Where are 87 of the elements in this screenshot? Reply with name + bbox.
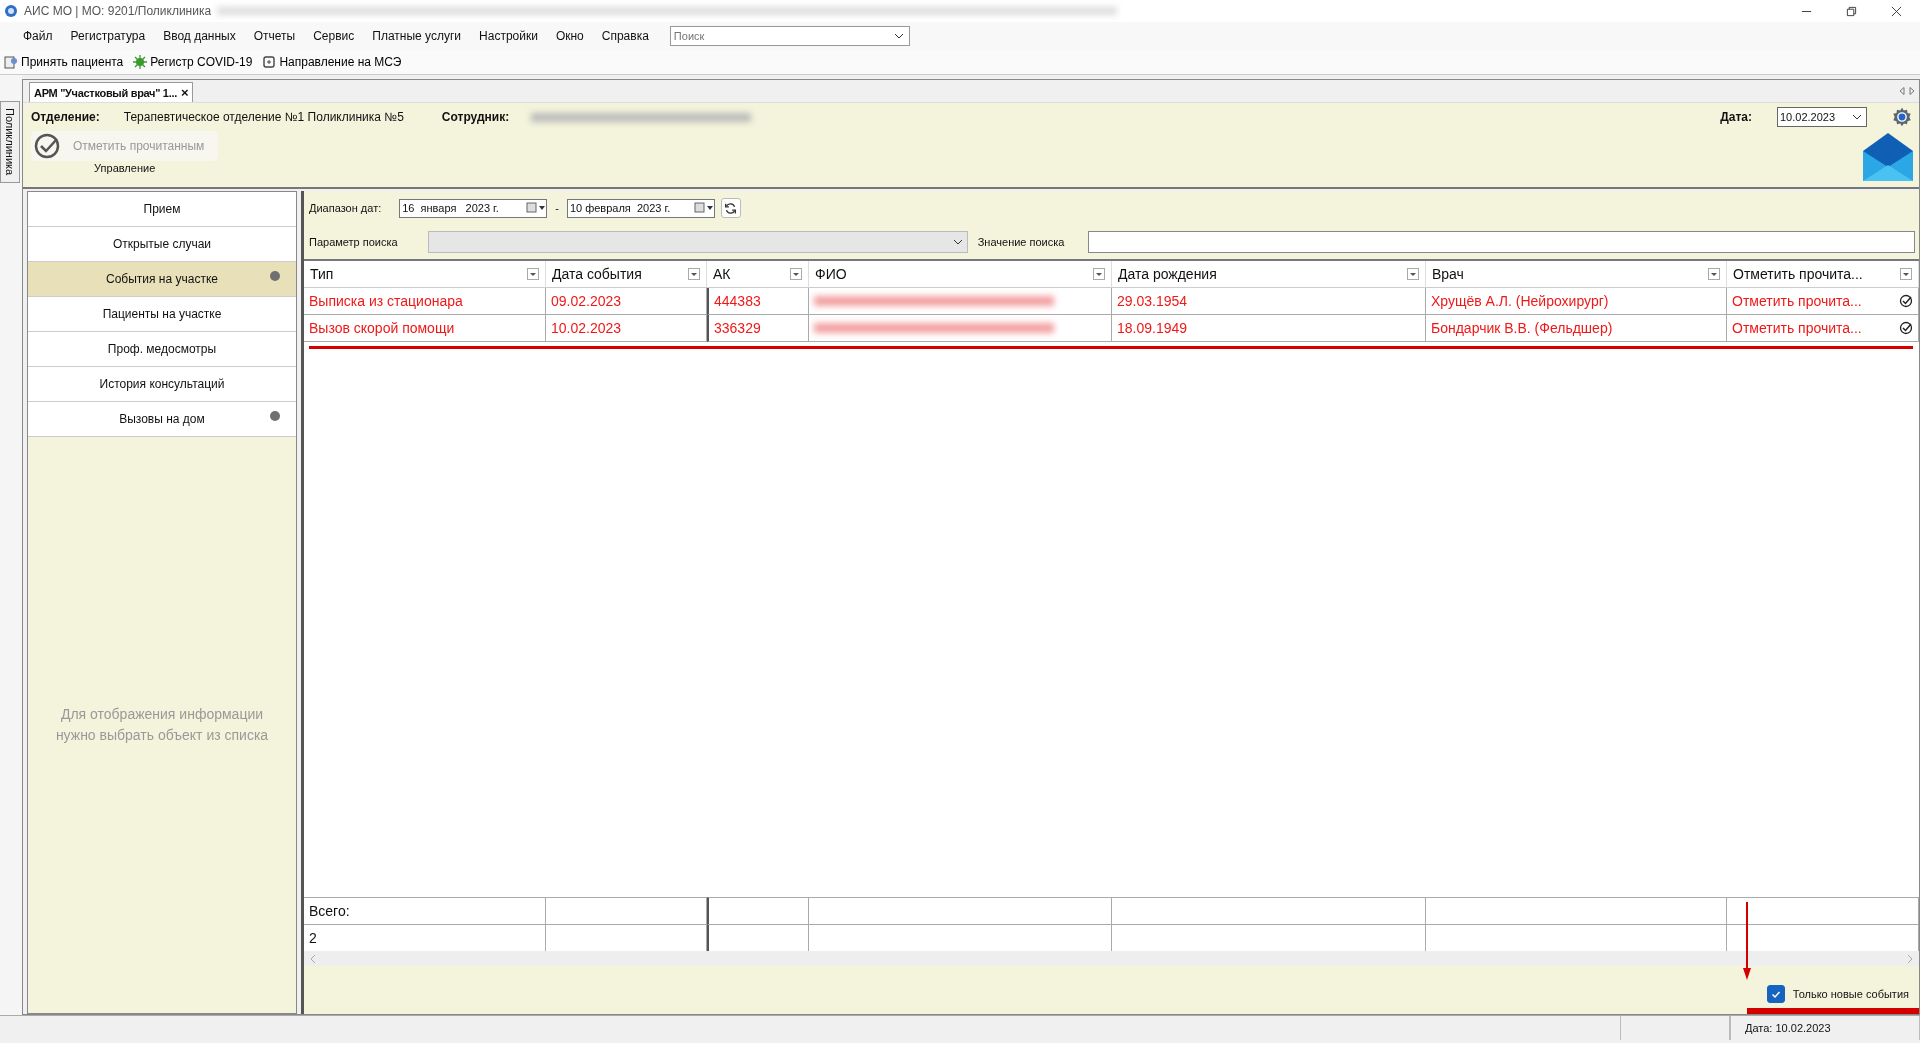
refresh-icon (724, 201, 738, 215)
table-cell: Бондарчик В.В. (Фельдшер) (1426, 315, 1727, 342)
side-tab[interactable]: Поликлиника (0, 101, 20, 183)
toolbar-button[interactable]: Направление на МСЭ (260, 55, 404, 69)
check-circle-icon[interactable] (1899, 321, 1913, 335)
sidebar-item[interactable]: Прием (28, 192, 296, 227)
toolbar-button[interactable]: Принять пациента (2, 55, 126, 69)
menu-item[interactable]: Регистратура (61, 29, 155, 43)
envelope-icon[interactable] (1863, 133, 1913, 181)
employee-label: Сотрудник: (441, 110, 510, 124)
check-circle-icon[interactable] (1899, 294, 1913, 308)
column-header[interactable]: ФИО (809, 261, 1112, 288)
refresh-button[interactable] (720, 198, 741, 218)
column-header[interactable]: АК (707, 261, 809, 288)
search-field[interactable]: Поиск (669, 26, 910, 46)
date-from-field[interactable]: 16 января 2023 г. (399, 198, 548, 218)
date-field[interactable]: 10.02.2023 (1777, 107, 1867, 127)
scroll-right-icon[interactable] (1909, 87, 1915, 95)
search-param-label: Параметр поиска (309, 236, 398, 248)
table-cell: 10.02.2023 (546, 315, 707, 342)
document-icon (262, 55, 277, 69)
status-date: Дата: 10.02.2023 (1730, 1016, 1920, 1040)
group-label: Управление (94, 162, 156, 174)
menu-item[interactable]: Сервис (304, 29, 364, 43)
table-cell: 18.09.1949 (1112, 315, 1426, 342)
settings-icon[interactable] (1891, 106, 1913, 128)
close-icon[interactable] (1891, 5, 1902, 17)
filter-icon[interactable] (527, 268, 539, 280)
filter-icon[interactable] (1708, 268, 1720, 280)
table-cell: Выписка из стационара (304, 288, 546, 315)
chevron-icon[interactable] (952, 239, 963, 245)
department-label: Отделение: (31, 110, 100, 124)
table-cell: Вызов скорой помощи (304, 315, 546, 342)
filter-icon[interactable] (1900, 268, 1912, 280)
document-tab[interactable]: АРМ "Участковый врач" 1... × (29, 82, 194, 102)
check-circle-icon (33, 132, 61, 160)
date-range-label: Диапазон дат: (309, 202, 382, 214)
sidebar-item[interactable]: События на участке (28, 262, 296, 297)
search-value-field[interactable] (1088, 231, 1915, 253)
table-cell: Хрущёв А.Л. (Нейрохирург) (1426, 288, 1727, 315)
table-cell: 09.02.2023 (546, 288, 707, 315)
table-cell: 444383 (707, 288, 809, 315)
total-label: Всего: (304, 897, 546, 924)
only-new-checkbox[interactable]: Только новые события (1766, 985, 1909, 1003)
menu-item[interactable]: Отчеты (244, 29, 305, 43)
sidebar-item[interactable]: Пациенты на участке (28, 297, 296, 332)
calendar-icon[interactable] (693, 202, 714, 214)
close-icon[interactable]: × (180, 85, 189, 100)
filter-icon[interactable] (688, 268, 700, 280)
filter-icon[interactable] (1093, 268, 1105, 280)
column-header[interactable]: Дата рождения (1112, 261, 1426, 288)
sidebar-item[interactable]: История консультаций (28, 367, 296, 402)
sidebar-item[interactable]: Вызовы на дом (28, 402, 296, 437)
date-to-field[interactable]: 10 февраля 2023 г. (566, 198, 715, 218)
table-cell: 29.03.1954 (1112, 288, 1426, 315)
calendar-icon[interactable] (526, 202, 547, 214)
sidebar-item[interactable]: Открытые случаи (28, 227, 296, 262)
mark-read-link[interactable]: Отметить прочита... (1732, 293, 1862, 309)
chevron-icon[interactable] (893, 33, 904, 39)
department-value: Терапевтическое отделение №1 Поликлиника №5 (123, 110, 404, 124)
column-header[interactable]: Отметить прочита... (1727, 261, 1919, 288)
filter-icon[interactable] (1407, 268, 1419, 280)
column-header[interactable]: Врач (1426, 261, 1727, 288)
menu-item[interactable]: Файл (14, 29, 62, 43)
column-header[interactable]: Дата события (546, 261, 707, 288)
menu-item[interactable]: Ввод данных (154, 29, 245, 43)
filter-icon[interactable] (790, 268, 802, 280)
toolbar-button[interactable]: Регистр COVID-19 (131, 55, 255, 69)
column-header[interactable]: Тип (304, 261, 546, 288)
virus-icon (133, 55, 148, 69)
date-label: Дата: (1720, 110, 1752, 124)
window-title: АИС МО | МО: 9201/Поликлиника (24, 4, 212, 18)
sidebar-item[interactable]: Проф. медосмотры (28, 332, 296, 367)
app-icon (4, 4, 18, 18)
table-cell: 336329 (707, 315, 809, 342)
menu-item[interactable]: Справка (592, 29, 658, 43)
empty-hint: Для отображения информации нужно выбрать объект из списка (54, 705, 270, 745)
menu-item[interactable]: Настройки (470, 29, 547, 43)
search-value-label: Значение поиска (977, 236, 1065, 248)
restore-icon[interactable] (1846, 5, 1857, 17)
range-separator: - (555, 202, 559, 214)
chevron-icon[interactable] (1852, 114, 1862, 120)
menu-item[interactable]: Окно (546, 29, 593, 43)
mark-read-link[interactable]: Отметить прочита... (1732, 320, 1862, 336)
scroll-left-icon[interactable] (1899, 87, 1905, 95)
menu-item[interactable]: Платные услуги (363, 29, 471, 43)
patient-card-icon (4, 55, 18, 69)
